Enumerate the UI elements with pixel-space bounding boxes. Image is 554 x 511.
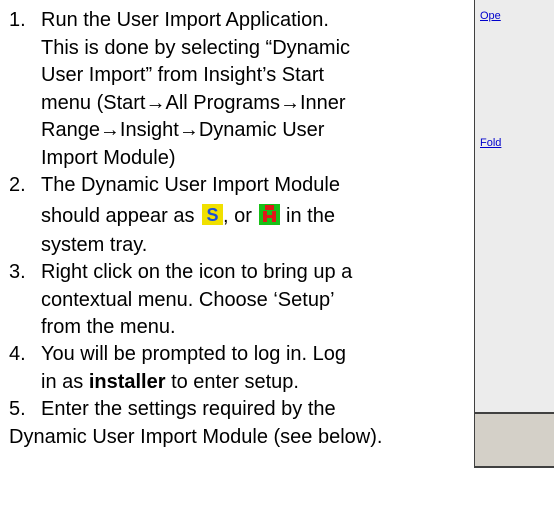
- step-text-fragment: , or: [223, 204, 258, 227]
- dialog-border: [474, 0, 475, 468]
- step-text: You will be prompted to log in. Log in a…: [41, 341, 346, 396]
- step-line: Import Module): [41, 146, 176, 169]
- step-text: The Dynamic User Import Module should ap…: [41, 172, 340, 259]
- step-line: You will be prompted to log in. Log: [41, 343, 347, 365]
- step-text: Right click on the icon to bring up a co…: [41, 259, 352, 342]
- step-text-fragment: should appear as: [41, 204, 201, 227]
- dialog-panel: Ope Fold: [474, 0, 554, 412]
- step-line: contextual menu. Choose ‘Setup’: [41, 288, 335, 311]
- step-text: Run the User Import Application. This is…: [41, 7, 350, 172]
- step-line: menu (Start→All Programs→Inner: [41, 91, 346, 114]
- step-line: Run the User Import Application.: [41, 9, 329, 31]
- setup-dialog-fragment: Ope Fold: [474, 0, 554, 468]
- step-line: Enter the settings required by the: [41, 398, 336, 420]
- step-line: system tray.: [41, 233, 148, 256]
- step-line: User Import” from Insight’s Start: [41, 64, 325, 86]
- step-line: from the menu.: [41, 316, 176, 338]
- step-text: Enter the settings required by the: [41, 396, 336, 424]
- ip-tray-icon: [259, 203, 281, 225]
- step-text-fragment: in as: [41, 370, 89, 393]
- username-installer: installer: [88, 370, 166, 393]
- step-text-fragment: in the: [280, 204, 335, 227]
- svg-text:S: S: [207, 205, 219, 225]
- step-number: 4.: [9, 343, 26, 365]
- step-line: This is done by selecting “Dynamic: [41, 36, 351, 59]
- s-tray-icon: S: [202, 203, 224, 225]
- dialog-border: [474, 466, 554, 468]
- step-number: 1.: [9, 9, 26, 31]
- step-line: Dynamic User Import Module (see below).: [9, 425, 383, 448]
- step-number: 2.: [9, 174, 26, 196]
- step-number: 3.: [9, 261, 26, 283]
- step-line: Right click on the icon to bring up a: [41, 261, 353, 283]
- dialog-link-open[interactable]: Ope: [480, 10, 501, 23]
- dialog-divider: [474, 412, 554, 414]
- step-text-fragment: to enter setup.: [165, 370, 299, 393]
- step-number: 5.: [9, 398, 26, 420]
- dialog-link-folder[interactable]: Fold: [480, 137, 501, 150]
- step-line: The Dynamic User Import Module: [41, 174, 340, 196]
- step-line: in as installer to enter setup.: [41, 369, 346, 397]
- step-line: should appear as S, or in the: [41, 200, 340, 232]
- step-line: Range→Insight→Dynamic User: [41, 119, 325, 141]
